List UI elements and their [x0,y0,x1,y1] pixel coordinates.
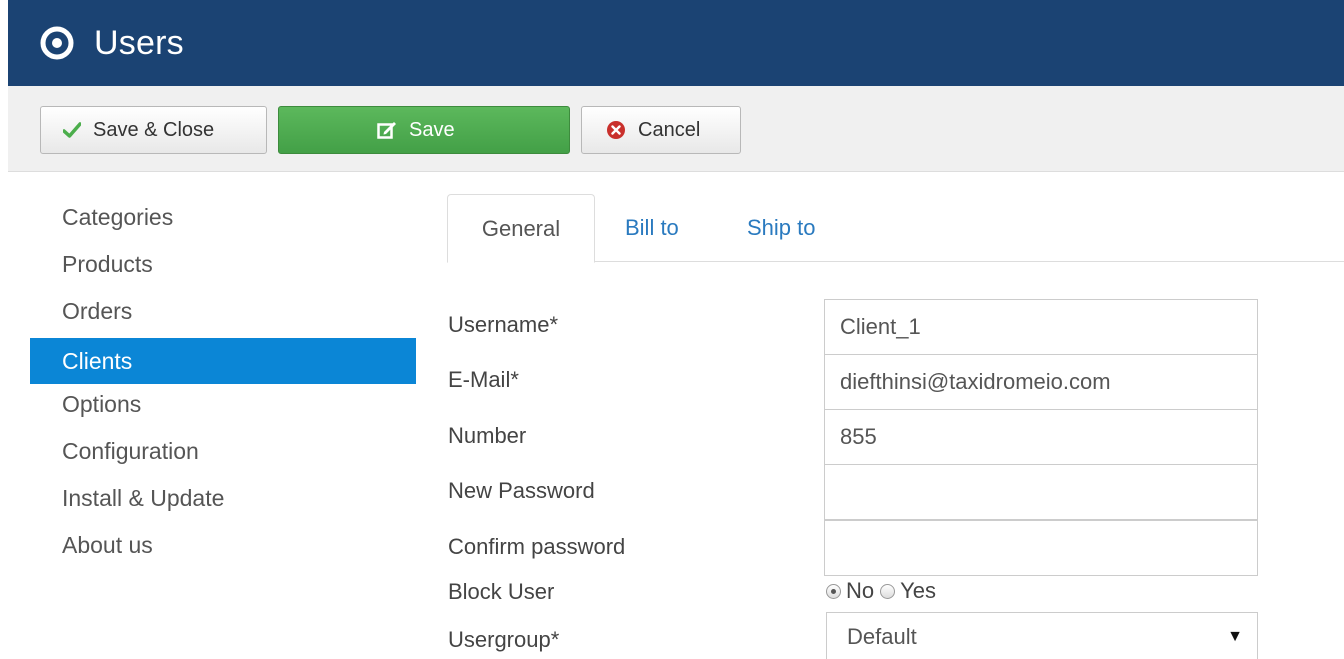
block-user-radio-group: No Yes [826,578,942,604]
toolbar: Save & Close Save Cancel [8,86,1344,172]
edit-icon [377,121,397,139]
sidebar-item-configuration[interactable]: Configuration [30,431,416,478]
confirm-password-label: Confirm password [448,534,626,559]
save-close-button[interactable]: Save & Close [40,106,267,154]
save-close-label: Save & Close [93,118,215,141]
cancel-button[interactable]: Cancel [581,106,741,154]
save-label: Save [409,118,455,141]
confirm-password-field[interactable] [824,520,1258,576]
new-password-label: New Password [448,478,595,503]
username-label: Username* [448,312,559,337]
number-field[interactable] [824,409,1258,465]
usergroup-label: Usergroup* [448,627,560,652]
caret-down-icon: ▼ [1227,628,1243,645]
usergroup-selected-value: Default [847,624,917,649]
email-field[interactable] [824,354,1258,410]
sidebar-item-products[interactable]: Products [30,244,416,291]
target-icon [38,24,76,62]
block-user-yes-label: Yes [900,578,937,603]
page-header: Users [8,0,1344,86]
sidebar-item-categories[interactable]: Categories [30,197,416,244]
tab-bill-to[interactable]: Bill to [625,194,679,263]
new-password-field[interactable] [824,464,1258,520]
sidebar-item-install-update[interactable]: Install & Update [30,478,416,525]
email-label: E-Mail* [448,367,519,392]
tab-general[interactable]: General [447,194,595,263]
sidebar-item-options[interactable]: Options [30,384,416,431]
number-label: Number [448,423,527,448]
sidebar-item-orders[interactable]: Orders [30,291,416,338]
username-field[interactable] [824,299,1258,355]
block-user-no-radio[interactable] [826,583,841,599]
sidebar: Categories Products Orders Clients Optio… [30,197,416,572]
page-title: Users [94,23,184,62]
tab-bar: General Bill to Ship to [447,194,1344,263]
block-user-label: Block User [448,579,555,604]
usergroup-select[interactable]: Default ▼ [826,612,1258,659]
cancel-label: Cancel [638,118,701,141]
block-user-no-label: No [846,578,875,603]
sidebar-item-about-us[interactable]: About us [30,525,416,572]
sidebar-item-clients[interactable]: Clients [30,338,416,384]
save-button[interactable]: Save [278,106,570,154]
block-user-yes-radio[interactable] [880,583,896,599]
checkmark-icon [63,122,81,138]
tab-ship-to[interactable]: Ship to [747,194,816,263]
cancel-circle-icon [606,120,626,140]
